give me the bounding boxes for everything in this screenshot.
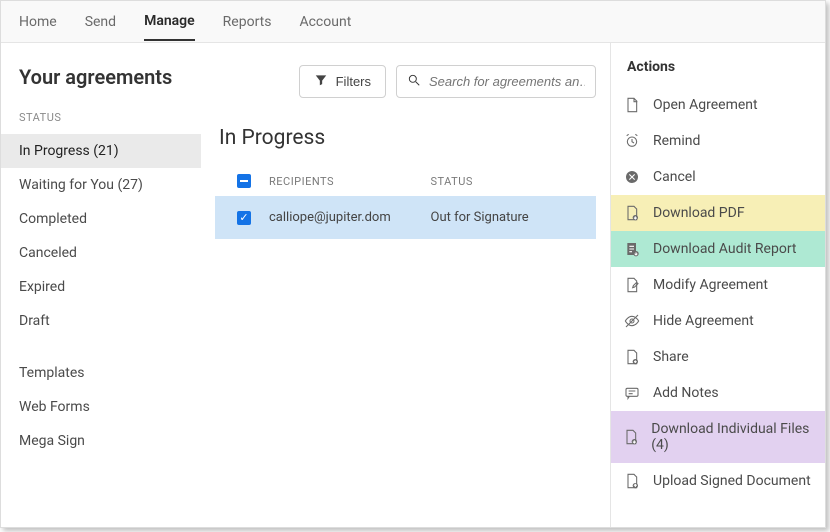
action-download-audit[interactable]: Download Audit Report <box>611 231 825 267</box>
topnav-tab-home[interactable]: Home <box>19 4 57 40</box>
agreements-table: RECIPIENTS STATUS calliope@jupiter.dom O… <box>215 166 596 239</box>
toolbar: Filters <box>215 65 596 98</box>
topnav-tab-account[interactable]: Account <box>299 4 351 40</box>
eye-off-icon <box>623 313 641 329</box>
topnav-tab-manage[interactable]: Manage <box>144 3 195 41</box>
actions-title: Actions <box>611 57 825 87</box>
action-label: Share <box>653 349 689 365</box>
search-input[interactable] <box>429 74 585 89</box>
topnav-tab-reports[interactable]: Reports <box>223 4 272 40</box>
notes-icon <box>623 385 641 401</box>
search-icon <box>407 72 421 91</box>
share-icon <box>623 349 641 365</box>
cell-status: Out for Signature <box>431 210 593 225</box>
sidebar-item-waiting[interactable]: Waiting for You (27) <box>1 168 201 202</box>
page-title: Your agreements <box>1 65 201 111</box>
action-modify[interactable]: Modify Agreement <box>611 267 825 303</box>
action-download-files[interactable]: Download Individual Files (4) <box>611 411 825 463</box>
sidebar-item-in-progress[interactable]: In Progress (21) <box>1 134 201 168</box>
action-label: Download PDF <box>653 205 745 221</box>
sidebar-item-completed[interactable]: Completed <box>1 202 201 236</box>
top-nav: Home Send Manage Reports Account <box>1 1 825 43</box>
action-cancel[interactable]: Cancel <box>611 159 825 195</box>
action-label: Open Agreement <box>653 97 758 113</box>
row-checkbox[interactable] <box>237 211 251 225</box>
audit-report-icon <box>623 241 641 257</box>
search-box[interactable] <box>396 65 596 98</box>
sidebar-item-templates[interactable]: Templates <box>1 356 201 390</box>
action-remind[interactable]: Remind <box>611 123 825 159</box>
section-title: In Progress <box>215 126 596 150</box>
col-status[interactable]: STATUS <box>431 175 593 188</box>
action-label: Cancel <box>653 169 696 185</box>
action-label: Hide Agreement <box>653 313 754 329</box>
action-label: Remind <box>653 133 700 149</box>
filter-icon <box>314 73 328 90</box>
sidebar-item-expired[interactable]: Expired <box>1 270 201 304</box>
edit-document-icon <box>623 277 641 293</box>
table-header: RECIPIENTS STATUS <box>215 166 596 196</box>
cell-recipients: calliope@jupiter.dom <box>269 210 431 225</box>
left-sidebar: Your agreements STATUS In Progress (21) … <box>1 43 201 527</box>
select-all-checkbox[interactable] <box>237 174 251 188</box>
actions-panel: Actions Open Agreement Remind Cancel <box>610 43 825 527</box>
action-download-pdf[interactable]: Download PDF <box>611 195 825 231</box>
sidebar-item-mega-sign[interactable]: Mega Sign <box>1 424 201 458</box>
cancel-icon <box>623 169 641 185</box>
sidebar-item-draft[interactable]: Draft <box>1 304 201 338</box>
download-pdf-icon <box>623 205 641 221</box>
col-recipients[interactable]: RECIPIENTS <box>269 175 431 188</box>
action-share[interactable]: Share <box>611 339 825 375</box>
document-icon <box>623 97 641 113</box>
topnav-tab-send[interactable]: Send <box>85 4 116 40</box>
sidebar-item-web-forms[interactable]: Web Forms <box>1 390 201 424</box>
sidebar-item-canceled[interactable]: Canceled <box>1 236 201 270</box>
action-hide[interactable]: Hide Agreement <box>611 303 825 339</box>
action-upload-signed[interactable]: Upload Signed Document <box>611 463 825 499</box>
action-label: Upload Signed Document <box>653 473 811 489</box>
alarm-icon <box>623 133 641 149</box>
filters-button[interactable]: Filters <box>299 65 386 98</box>
action-label: Modify Agreement <box>653 277 768 293</box>
table-row[interactable]: calliope@jupiter.dom Out for Signature <box>215 196 596 239</box>
sidebar-section-status: STATUS <box>1 111 201 134</box>
filters-button-label: Filters <box>336 74 371 89</box>
action-add-notes[interactable]: Add Notes <box>611 375 825 411</box>
action-label: Download Audit Report <box>653 241 797 257</box>
action-open-agreement[interactable]: Open Agreement <box>611 87 825 123</box>
action-label: Download Individual Files (4) <box>651 421 813 453</box>
download-files-icon <box>623 429 639 445</box>
upload-document-icon <box>623 473 641 489</box>
main-content: Filters In Progress RECIPIENTS STATUS <box>201 43 610 527</box>
action-label: Add Notes <box>653 385 719 401</box>
